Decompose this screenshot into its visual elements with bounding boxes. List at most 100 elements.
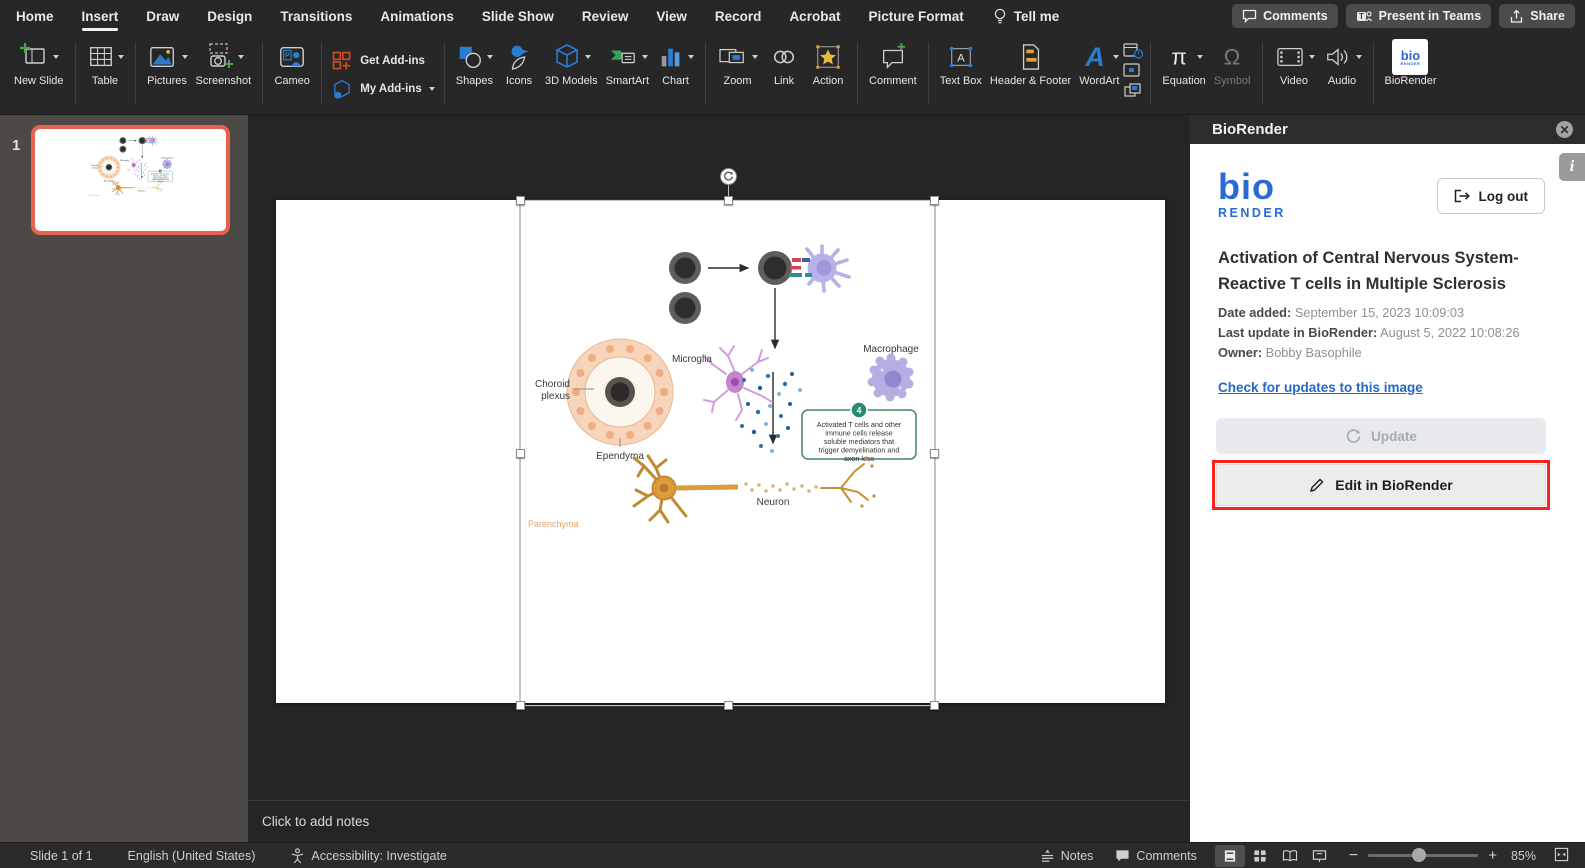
comments-button[interactable]: Comments — [1232, 4, 1338, 28]
resize-handle-nw[interactable] — [516, 196, 525, 205]
text-box-button[interactable]: A Text Box — [936, 38, 986, 89]
tab-acrobat[interactable]: Acrobat — [789, 9, 840, 24]
comment-button[interactable]: Comment — [865, 38, 921, 89]
fit-to-window-button[interactable] — [1554, 847, 1569, 865]
smartart-icon — [607, 43, 639, 71]
tab-picture-format[interactable]: Picture Format — [868, 9, 963, 24]
pictures-button[interactable]: Pictures — [143, 38, 192, 89]
resize-handle-se[interactable] — [930, 701, 939, 710]
smartart-button[interactable]: SmartArt — [602, 38, 653, 89]
tab-slide-show[interactable]: Slide Show — [482, 9, 554, 24]
date-time-icon[interactable] — [1123, 42, 1143, 59]
video-button[interactable]: Video — [1270, 38, 1319, 89]
biorender-addin-button[interactable]: bioRENDER BioRender — [1381, 38, 1441, 89]
tab-insert[interactable]: Insert — [82, 9, 119, 24]
resize-handle-w[interactable] — [516, 449, 525, 458]
normal-view-button[interactable] — [1215, 845, 1245, 867]
shapes-button[interactable]: Shapes — [452, 38, 497, 89]
menu-bar: Home Insert Draw Design Transitions Anim… — [0, 0, 1585, 32]
equation-icon: π — [1166, 43, 1194, 71]
audio-button[interactable]: Audio — [1319, 38, 1366, 89]
zoom-out-button[interactable]: − — [1349, 847, 1358, 865]
action-icon — [814, 43, 842, 71]
table-icon — [87, 43, 115, 71]
language-selector[interactable]: English (United States) — [128, 849, 256, 863]
chevron-down-icon — [1309, 55, 1315, 59]
resize-handle-sw[interactable] — [516, 701, 525, 710]
zoom-button[interactable]: Zoom — [713, 38, 762, 89]
icons-button[interactable]: Icons — [497, 38, 541, 89]
slideshow-view-button[interactable] — [1305, 845, 1335, 867]
ribbon: New Slide Table Pictures — [0, 32, 1585, 115]
comment-bubble-icon — [1115, 849, 1130, 863]
svg-text:Ω: Ω — [1224, 44, 1241, 69]
present-in-teams-button[interactable]: T Present in Teams — [1346, 4, 1492, 28]
chevron-down-icon — [688, 55, 694, 59]
accessibility-status[interactable]: Accessibility: Investigate — [290, 848, 446, 864]
tab-design[interactable]: Design — [207, 9, 252, 24]
share-button[interactable]: Share — [1499, 4, 1575, 28]
zoom-slider-handle[interactable] — [1412, 848, 1426, 862]
slide-sorter-icon — [1253, 849, 1267, 863]
slide-editor-area: Click to add notes — [248, 115, 1190, 842]
equation-button[interactable]: π Equation — [1158, 38, 1209, 89]
zoom-in-button[interactable]: + — [1488, 847, 1497, 864]
rotate-handle[interactable] — [720, 168, 737, 185]
3d-models-button[interactable]: 3D Models — [541, 38, 602, 89]
zoom-slider[interactable] — [1368, 854, 1478, 857]
symbol-icon: Ω — [1218, 43, 1246, 71]
reading-view-button[interactable] — [1275, 845, 1305, 867]
slide-thumbnail[interactable] — [31, 125, 230, 235]
zoom-level[interactable]: 85% — [1511, 849, 1536, 863]
resize-handle-n[interactable] — [724, 196, 733, 205]
edit-highlight-box: Edit in BioRender — [1212, 460, 1550, 510]
tab-view[interactable]: View — [656, 9, 687, 24]
slide-sorter-view-button[interactable] — [1245, 845, 1275, 867]
check-updates-link[interactable]: Check for updates to this image — [1218, 380, 1423, 395]
edit-in-biorender-button[interactable]: Edit in BioRender — [1216, 464, 1546, 506]
rotate-icon — [723, 171, 734, 182]
cameo-button[interactable]: P Cameo — [270, 38, 314, 89]
chevron-down-icon — [1197, 55, 1203, 59]
resize-handle-s[interactable] — [724, 701, 733, 710]
header-footer-icon — [1018, 43, 1044, 71]
slide-number-icon[interactable] — [1123, 62, 1143, 79]
chevron-down-icon — [118, 55, 124, 59]
get-addins-icon — [331, 50, 353, 72]
chart-icon — [657, 43, 685, 71]
resize-handle-e[interactable] — [930, 449, 939, 458]
tab-draw[interactable]: Draw — [146, 9, 179, 24]
update-button[interactable]: Update — [1216, 418, 1546, 454]
tell-me[interactable]: Tell me — [992, 7, 1060, 25]
screenshot-button[interactable]: Screenshot — [192, 38, 256, 89]
link-button[interactable]: Link — [762, 38, 806, 89]
tab-animations[interactable]: Animations — [380, 9, 454, 24]
wordart-button[interactable]: A WordArt — [1075, 38, 1123, 89]
info-button[interactable]: i — [1559, 153, 1585, 181]
header-footer-button[interactable]: Header & Footer — [986, 38, 1075, 89]
tab-review[interactable]: Review — [582, 9, 629, 24]
biorender-tile-icon: bioRENDER — [1392, 39, 1428, 75]
tab-transitions[interactable]: Transitions — [280, 9, 352, 24]
my-addins-button[interactable]: My Add-ins — [331, 78, 435, 100]
table-button[interactable]: Table — [83, 38, 128, 89]
tab-home[interactable]: Home — [16, 9, 54, 24]
zoom-icon — [717, 44, 749, 70]
action-button[interactable]: Action — [806, 38, 850, 89]
comments-toggle[interactable]: Comments — [1115, 849, 1196, 863]
resize-handle-ne[interactable] — [930, 196, 939, 205]
notes-toggle[interactable]: Notes — [1040, 849, 1094, 863]
image-selection-box[interactable] — [520, 200, 935, 706]
reading-view-icon — [1282, 849, 1298, 863]
notes-pane[interactable]: Click to add notes — [248, 800, 1190, 842]
logout-button[interactable]: Log out — [1437, 178, 1545, 214]
close-icon[interactable]: ✕ — [1556, 121, 1573, 138]
image-title: Activation of Central Nervous System-Rea… — [1218, 245, 1533, 298]
slide-thumbnail-art — [35, 126, 226, 234]
new-slide-button[interactable]: New Slide — [10, 38, 68, 89]
chevron-down-icon — [752, 55, 758, 59]
object-icon[interactable] — [1123, 82, 1143, 99]
tab-record[interactable]: Record — [715, 9, 762, 24]
chart-button[interactable]: Chart — [653, 38, 698, 89]
get-addins-button[interactable]: Get Add-ins — [331, 50, 425, 72]
